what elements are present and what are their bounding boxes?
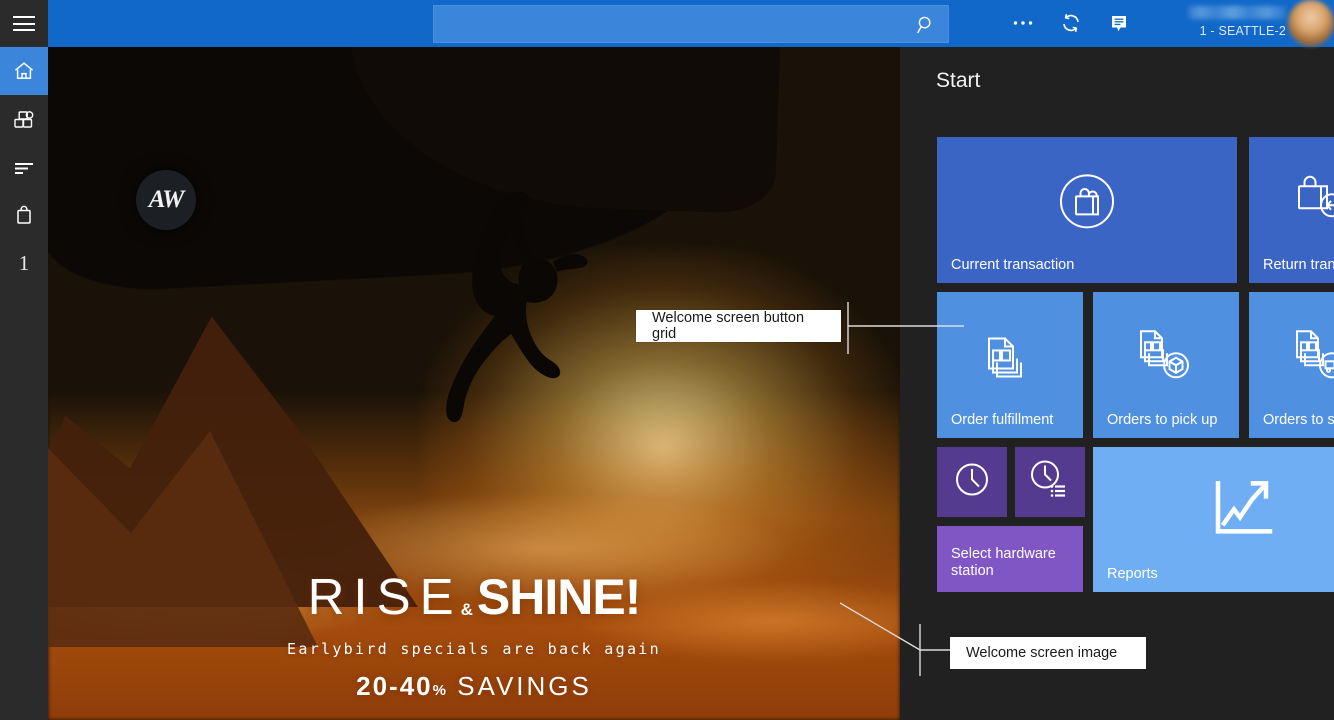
tile-label: Orders to ship [1263, 412, 1334, 429]
tile-time-clock-entries[interactable] [1015, 447, 1085, 517]
hamburger-menu-button[interactable] [0, 0, 48, 47]
hamburger-icon [13, 16, 35, 31]
left-navigation-rail: 1 [0, 47, 48, 720]
top-bar-actions [1010, 8, 1132, 38]
page-title: Start [936, 69, 980, 93]
promo-headline-secondary: SHINE! [477, 572, 640, 622]
tile-reports[interactable]: Reports [1093, 447, 1334, 592]
return-bag-icon [1291, 172, 1334, 237]
start-panel: Start Current transaction [900, 47, 1334, 720]
tile-select-hardware-station[interactable]: Select hardware station [937, 526, 1083, 592]
tile-orders-to-ship[interactable]: Orders to ship [1249, 292, 1334, 438]
documents-truck-icon [1291, 327, 1334, 392]
shopping-bag-circle-icon [1051, 165, 1123, 242]
callout-text: Welcome screen image [966, 645, 1117, 661]
callout-welcome-screen-image: Welcome screen image [950, 637, 1146, 669]
tile-time-clock[interactable] [937, 447, 1007, 517]
tile-label: Select hardware station [951, 546, 1061, 580]
clock-list-icon [1027, 457, 1073, 508]
promo-overlay: RISE & SHINE! Earlybird specials are bac… [48, 571, 900, 702]
callout-text: Welcome screen button grid [652, 310, 825, 342]
avatar[interactable] [1288, 0, 1334, 46]
promo-subhead: Earlybird specials are back again [48, 640, 900, 658]
more-options-icon[interactable] [1010, 10, 1036, 36]
tile-label: Return transaction [1263, 257, 1334, 274]
products-icon [12, 107, 36, 131]
documents-icon [981, 328, 1039, 391]
user-name-redacted [1188, 6, 1286, 19]
rail-item-lines[interactable] [0, 143, 48, 191]
rail-counter[interactable]: 1 [0, 239, 48, 287]
climber-silhouette [403, 192, 623, 442]
tile-label: Order fulfillment [951, 412, 1053, 429]
search-input[interactable] [433, 5, 949, 43]
search-icon[interactable] [916, 15, 936, 35]
welcome-screen-image: AW RISE & SHINE! Earlybird specials are … [48, 47, 900, 720]
brand-logo: AW [136, 170, 196, 230]
clock-icon [951, 459, 993, 506]
documents-package-icon [1135, 327, 1197, 392]
tile-order-fulfillment[interactable]: Order fulfillment [937, 292, 1083, 438]
callout-welcome-screen-button-grid: Welcome screen button grid [636, 310, 841, 342]
promo-headline: RISE & SHINE! [48, 571, 900, 622]
rail-item-home[interactable] [0, 47, 48, 95]
promo-headline-ampersand: & [461, 601, 473, 618]
promo-savings-range: 20-40 [356, 671, 433, 701]
promo-savings: 20-40% SAVINGS [48, 671, 900, 702]
sync-icon[interactable] [1058, 10, 1084, 36]
top-app-bar: 1 - SEATTLE-2 [0, 0, 1334, 47]
tile-orders-to-pick-up[interactable]: Orders to pick up [1093, 292, 1239, 438]
promo-savings-percent: % [433, 682, 448, 699]
tile-current-transaction[interactable]: Current transaction [937, 137, 1237, 283]
user-info[interactable]: 1 - SEATTLE-2 [1166, 4, 1286, 44]
store-register-label: 1 - SEATTLE-2 [1200, 24, 1286, 38]
promo-headline-primary: RISE [308, 571, 463, 622]
notifications-icon[interactable] [1106, 10, 1132, 36]
home-icon [12, 59, 36, 83]
tile-label: Orders to pick up [1107, 412, 1217, 429]
shopping-bag-icon [12, 203, 36, 227]
tile-return-transaction[interactable]: Return transaction [1249, 137, 1334, 283]
pos-welcome-screen: 1 - SEATTLE-2 [0, 0, 1334, 720]
tile-label: Current transaction [951, 257, 1074, 274]
tile-label: Reports [1107, 566, 1158, 583]
promo-savings-word: SAVINGS [457, 671, 592, 701]
list-lines-icon [12, 155, 36, 179]
rail-item-cart[interactable] [0, 191, 48, 239]
chart-arrow-icon [1204, 475, 1284, 552]
rail-item-products[interactable] [0, 95, 48, 143]
